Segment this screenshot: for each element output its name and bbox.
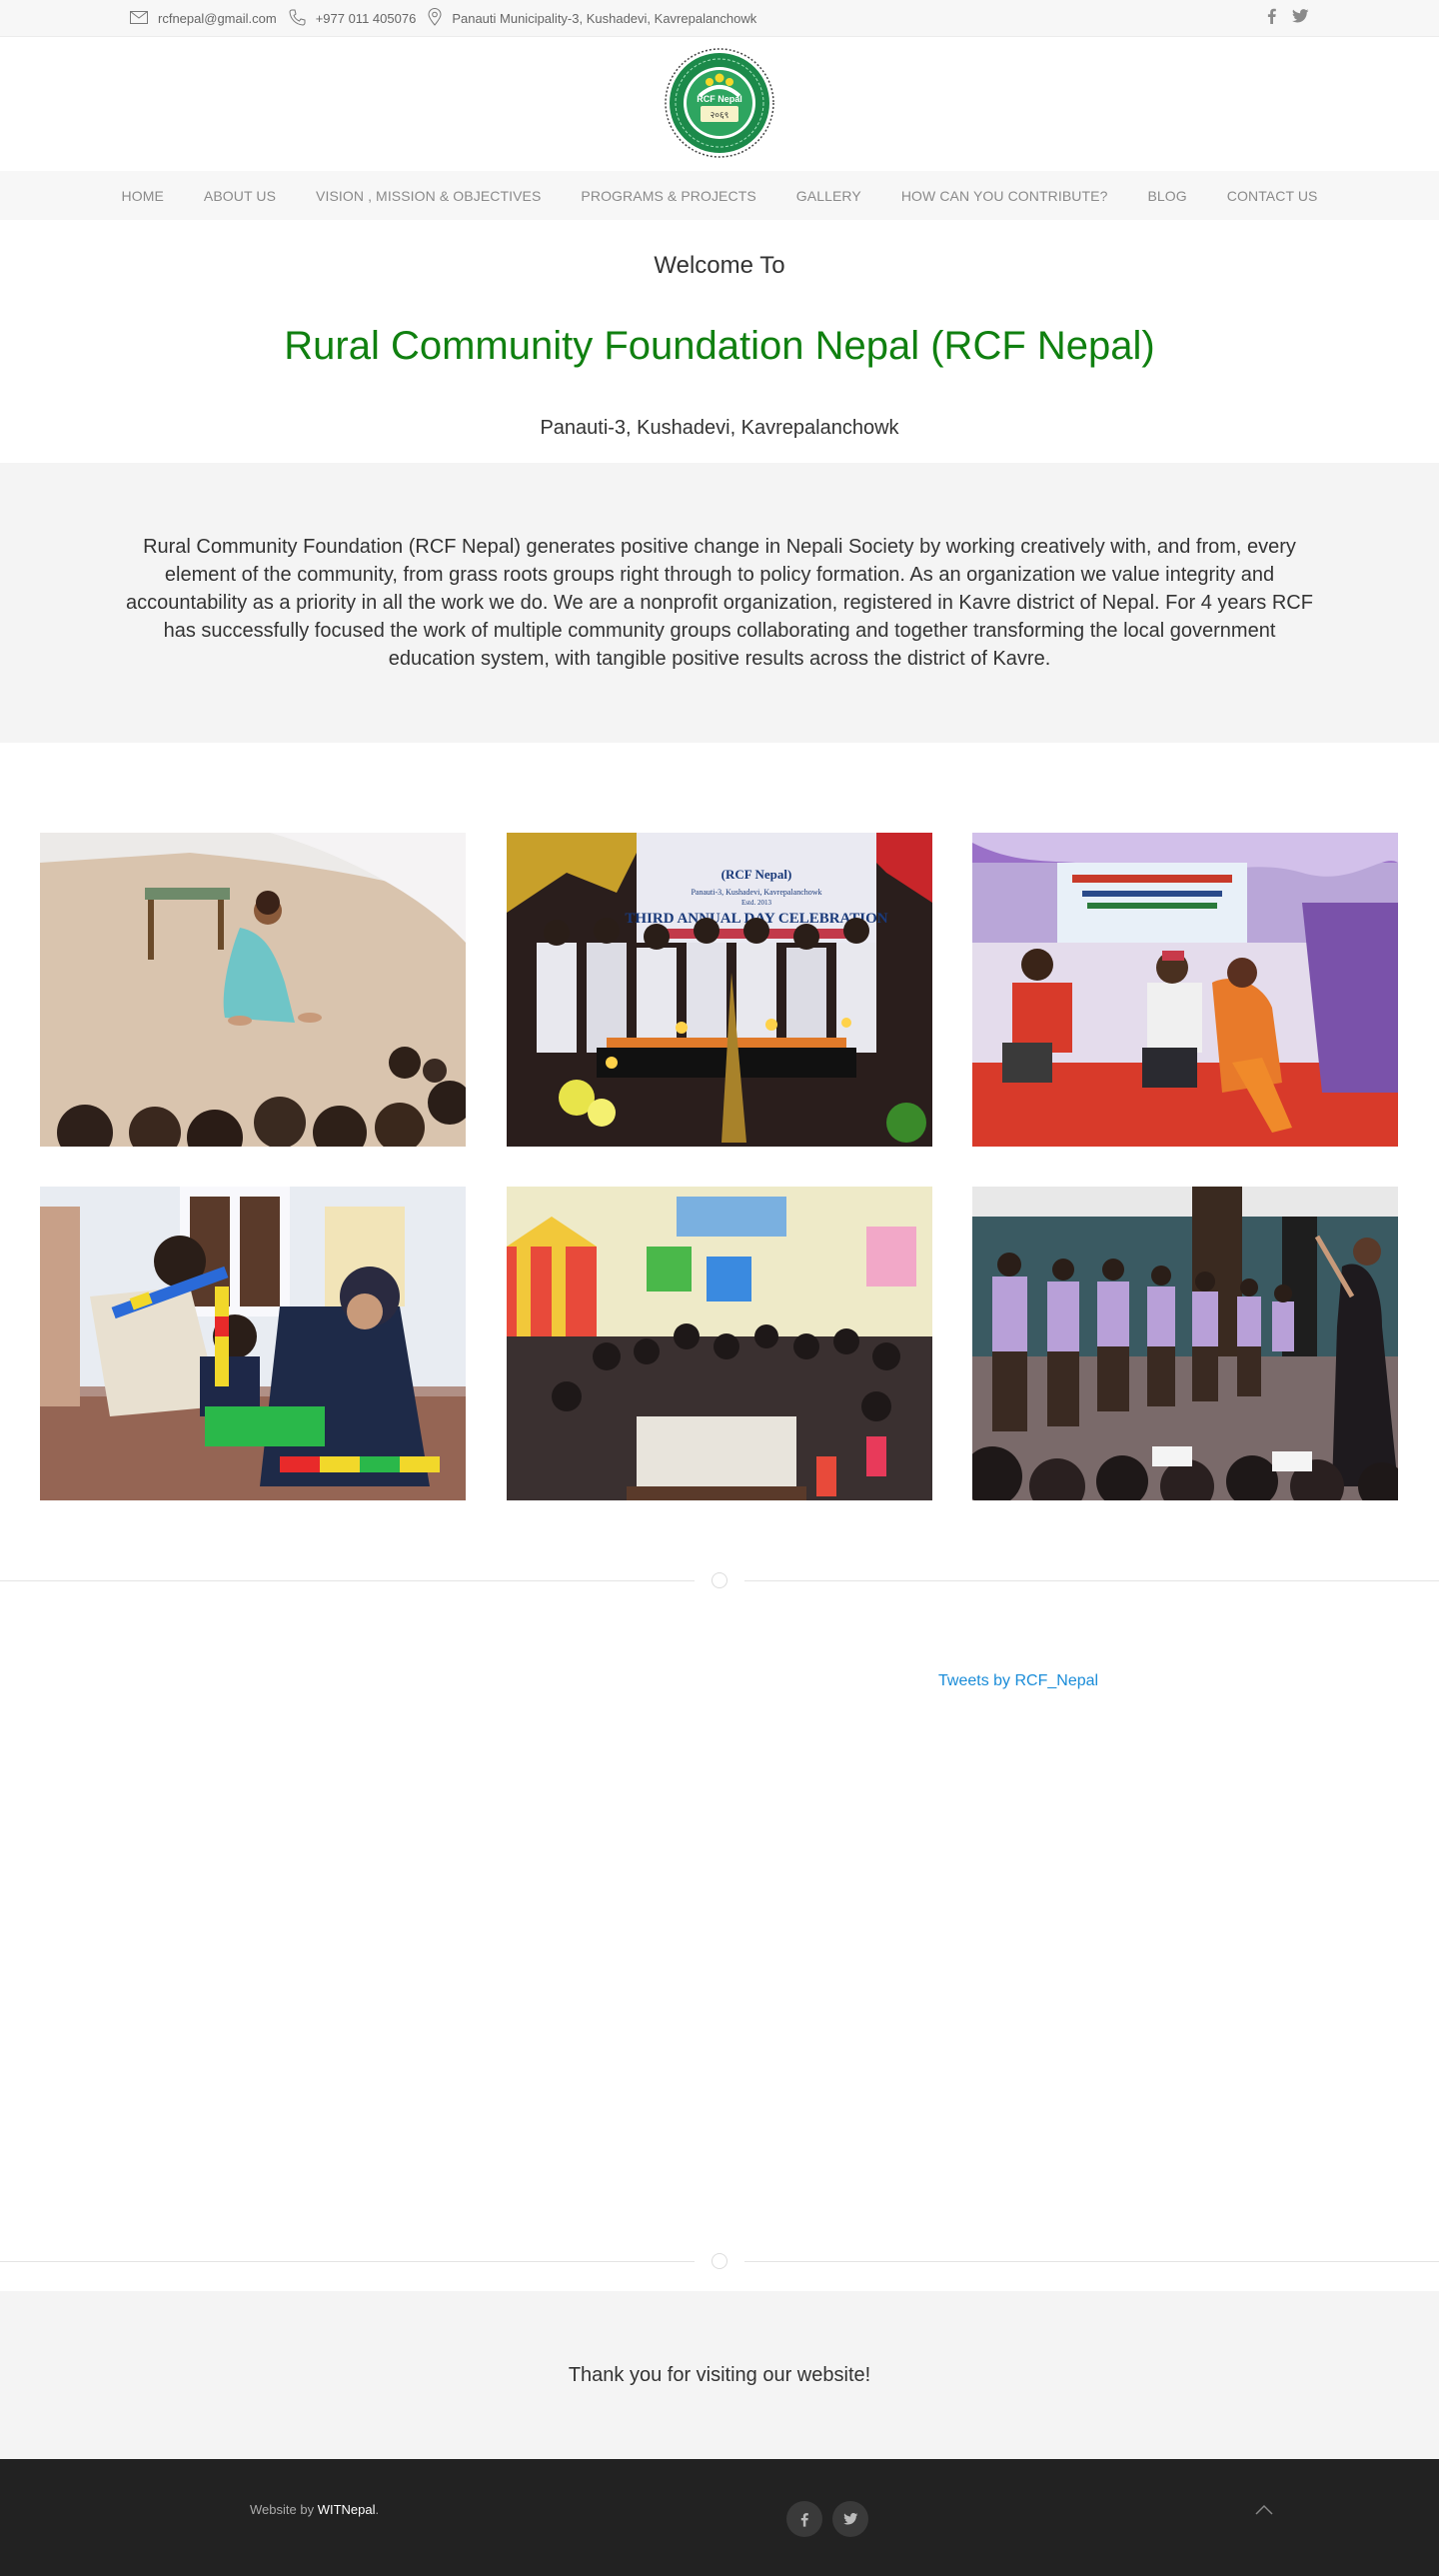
- divider-circle-icon: [712, 2253, 727, 2269]
- nav-vision-mission[interactable]: VISION , MISSION & OBJECTIVES: [296, 188, 561, 204]
- top-bar: rcfnepal@gmail.com +977 011 405076 Panau…: [0, 0, 1439, 37]
- photo-kids-building-blocks[interactable]: [40, 1187, 466, 1500]
- banner-line-1: (RCF Nepal): [721, 867, 792, 882]
- nav-about-us[interactable]: ABOUT US: [184, 188, 296, 204]
- credit-suffix: .: [375, 2502, 380, 2517]
- nav-contact-us[interactable]: CONTACT US: [1207, 188, 1338, 204]
- email-item[interactable]: rcfnepal@gmail.com: [130, 10, 277, 27]
- facebook-icon[interactable]: [1267, 8, 1276, 29]
- thank-you-section: Thank you for visiting our website!: [0, 2291, 1439, 2459]
- footer-credit: Website by WITNepal.: [250, 2502, 379, 2517]
- main-nav: HOME ABOUT US VISION , MISSION & OBJECTI…: [0, 171, 1439, 220]
- section-divider: [0, 2253, 1439, 2269]
- logo-text: RCF Nepal: [697, 94, 742, 104]
- footer: Website by WITNepal.: [0, 2459, 1439, 2576]
- welcome-section: Welcome To Rural Community Foundation Ne…: [0, 220, 1439, 463]
- twitter-icon[interactable]: [832, 2501, 868, 2537]
- address-text: Panauti Municipality-3, Kushadevi, Kavre…: [452, 11, 757, 26]
- nav-home[interactable]: HOME: [102, 188, 184, 204]
- nav-gallery[interactable]: GALLERY: [776, 188, 881, 204]
- photo-gallery: (RCF Nepal) Panauti-3, Kushadevi, Kavrep…: [0, 743, 1439, 1582]
- top-social: [1267, 0, 1309, 37]
- section-divider: [0, 1572, 1439, 1588]
- nav-programs-projects[interactable]: PROGRAMS & PROJECTS: [561, 188, 775, 204]
- phone-icon: [289, 9, 316, 29]
- phone-item[interactable]: +977 011 405076: [289, 9, 417, 29]
- banner-line-2: Panauti-3, Kushadevi, Kavrepalanchowk: [691, 888, 821, 897]
- footer-social: [786, 2501, 868, 2537]
- divider-circle-icon: [712, 1572, 727, 1588]
- contact-info: rcfnepal@gmail.com +977 011 405076 Panau…: [130, 0, 768, 37]
- logo-year: २०६९: [711, 111, 729, 121]
- photo-third-annual-day[interactable]: (RCF Nepal) Panauti-3, Kushadevi, Kavrep…: [507, 833, 932, 1147]
- address-item: Panauti Municipality-3, Kushadevi, Kavre…: [428, 8, 756, 29]
- phone-text: +977 011 405076: [315, 11, 417, 26]
- credit-link[interactable]: WITNepal: [318, 2502, 376, 2517]
- header: RCF Nepal २०६९: [0, 37, 1439, 171]
- facebook-icon[interactable]: [786, 2501, 822, 2537]
- twitter-icon[interactable]: [1291, 9, 1309, 28]
- nav-blog[interactable]: BLOG: [1127, 188, 1206, 204]
- back-to-top-icon[interactable]: [1254, 2503, 1274, 2521]
- email-text: rcfnepal@gmail.com: [158, 11, 277, 26]
- intro-text: Rural Community Foundation (RCF Nepal) g…: [126, 536, 1313, 670]
- banner-line-3: Estd. 2013: [741, 899, 771, 907]
- photo-children-drama[interactable]: [972, 833, 1398, 1147]
- thank-you-text: Thank you for visiting our website!: [568, 2364, 871, 2386]
- mail-icon: [130, 10, 158, 27]
- rcf-logo[interactable]: RCF Nepal २०६९: [665, 48, 774, 158]
- nav-how-can-you-contribute[interactable]: HOW CAN YOU CONTRIBUTE?: [881, 188, 1128, 204]
- photo-violin-performance[interactable]: [972, 1187, 1398, 1500]
- photo-classroom-children[interactable]: [507, 1187, 932, 1500]
- welcome-heading: Welcome To: [654, 252, 785, 279]
- credit-prefix: Website by: [250, 2502, 318, 2517]
- organization-location: Panauti-3, Kushadevi, Kavrepalanchowk: [540, 417, 899, 439]
- organization-title: Rural Community Foundation Nepal (RCF Ne…: [284, 324, 1155, 368]
- location-pin-icon: [428, 8, 452, 29]
- intro-section: Rural Community Foundation (RCF Nepal) g…: [0, 463, 1439, 743]
- photo-girl-performing[interactable]: [40, 833, 466, 1147]
- page: rcfnepal@gmail.com +977 011 405076 Panau…: [0, 0, 1439, 2576]
- twitter-timeline-link[interactable]: Tweets by RCF_Nepal: [938, 1672, 1098, 1690]
